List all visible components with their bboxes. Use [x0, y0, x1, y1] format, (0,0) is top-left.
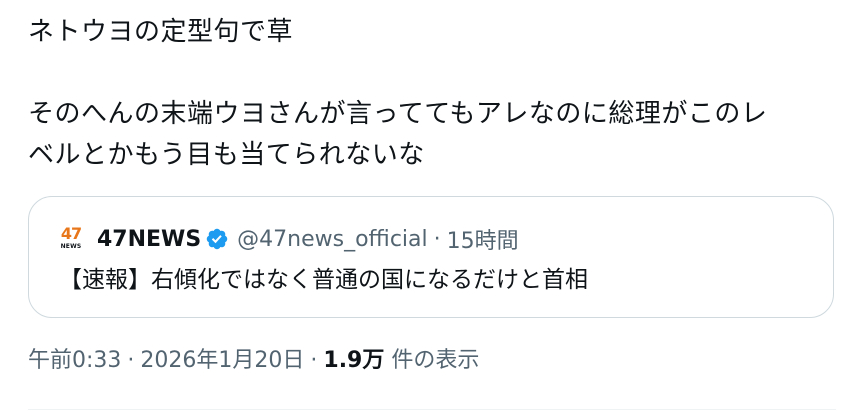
tweet-text-line: そのへんの末端ウヨさんが言っててもアレなのに総理がこのレ [28, 99, 768, 129]
tweet-date[interactable]: 2026年1月20日 [140, 348, 304, 373]
quoted-tweet-card[interactable]: 47 NEWS 47NEWS @47news_official · 15時間 【… [28, 196, 834, 318]
author-name[interactable]: 47NEWS [97, 227, 201, 252]
separator-dot: · [433, 226, 441, 252]
avatar[interactable]: 47 NEWS [59, 225, 83, 253]
post-time[interactable]: 15時間 [447, 223, 519, 255]
avatar-number: 47 [60, 224, 82, 243]
tweet-meta: 午前0:33 · 2026年1月20日 · 1.9万 件の表示 [28, 346, 479, 376]
quoted-tweet-header: 47 NEWS 47NEWS @47news_official · 15時間 [59, 223, 519, 255]
separator-dot: · [127, 348, 135, 373]
tweet: ネトウヨの定型句で草 そのへんの末端ウヨさんが言っててもアレなのに総理がこのレ … [28, 0, 836, 318]
views-label: 件の表示 [384, 348, 480, 373]
views-count: 1.9万 [323, 348, 385, 373]
author-handle[interactable]: @47news_official [237, 227, 427, 252]
verified-badge-icon [206, 228, 228, 250]
tweet-text: ネトウヨの定型句で草 そのへんの末端ウヨさんが言っててもアレなのに総理がこのレ … [28, 0, 836, 176]
tweet-text-line: ベルとかもう目も当てられないな [28, 140, 425, 170]
separator-dot: · [310, 348, 318, 373]
tweet-time[interactable]: 午前0:33 [28, 348, 121, 373]
avatar-label: NEWS [60, 243, 82, 250]
divider [28, 409, 836, 410]
tweet-text-line: ネトウヨの定型句で草 [28, 17, 294, 47]
quoted-tweet-text: 【速報】右傾化ではなく普通の国になるだけと首相 [59, 267, 588, 293]
